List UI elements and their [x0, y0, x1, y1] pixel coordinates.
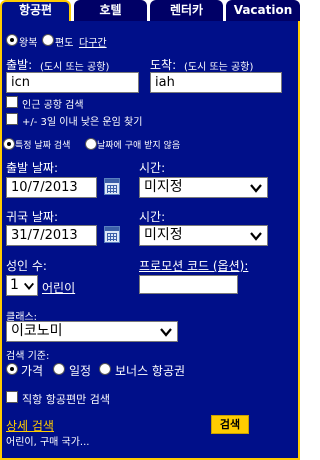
one-way-radio[interactable]	[42, 34, 54, 46]
adults-value: 1	[10, 277, 19, 293]
cabin-class-select[interactable]: 이코노미	[6, 321, 178, 342]
tab-bar: 항공편 호텔 렌터카 Vacation	[0, 0, 300, 21]
tab-flights[interactable]: 항공편	[0, 0, 71, 21]
return-calendar-icon[interactable]	[104, 226, 120, 243]
origin-hint: (도시 또는 공항)	[40, 62, 110, 73]
depart-calendar-icon[interactable]	[104, 178, 120, 195]
nearby-airports-checkbox[interactable]	[6, 96, 18, 108]
tab-rental-cars[interactable]: 렌터카	[150, 0, 223, 21]
children-link[interactable]: 어린이	[42, 279, 75, 296]
search-by-price-radio[interactable]	[6, 363, 18, 375]
depart-time-label: 시간:	[139, 161, 166, 175]
return-time-value: 미지정	[144, 227, 183, 243]
search-by-award-radio[interactable]	[99, 363, 111, 375]
flex-dates-checkbox[interactable]	[6, 113, 18, 125]
nonstop-checkbox[interactable]	[6, 391, 18, 403]
advanced-search-link[interactable]: 상세 검색	[6, 417, 54, 434]
return-time-select[interactable]: 미지정	[139, 225, 268, 246]
tab-vacation[interactable]: Vacation	[226, 0, 300, 21]
any-dates-radio[interactable]	[85, 138, 97, 150]
tab-hotels[interactable]: 호텔	[74, 0, 147, 21]
chevron-down-icon	[23, 282, 35, 291]
depart-time-select[interactable]: 미지정	[139, 177, 268, 198]
chevron-down-icon	[250, 232, 262, 241]
search-by-award-label: 보너스 항공권	[115, 364, 186, 378]
return-date-label: 귀국 날짜:	[6, 210, 59, 224]
specific-dates-radio[interactable]	[3, 138, 15, 150]
adults-select[interactable]: 1	[6, 275, 38, 296]
adults-label: 성인 수:	[6, 259, 47, 273]
flex-dates-label: +/- 3일 이내 낮은 운임 찾기	[22, 117, 143, 128]
origin-label: 출발:	[6, 58, 33, 72]
search-by-schedule-radio[interactable]	[53, 363, 65, 375]
destination-input[interactable]: iah	[150, 72, 282, 93]
search-by-label: 검색 기준:	[6, 351, 50, 362]
round-trip-radio[interactable]	[6, 34, 18, 46]
any-dates-label: 날짜에 구애 받지 않음	[97, 141, 181, 151]
promo-code-input[interactable]	[139, 275, 238, 294]
depart-date-label: 출발 날짜:	[6, 161, 59, 175]
round-trip-label: 왕복	[19, 38, 38, 49]
depart-time-value: 미지정	[144, 179, 183, 195]
destination-hint: (도시 또는 공항)	[184, 62, 254, 73]
return-date-input[interactable]: 31/7/2013	[6, 225, 97, 246]
cabin-class-value: 이코노미	[11, 323, 63, 339]
origin-input[interactable]: icn	[6, 72, 139, 93]
search-by-price-label: 가격	[21, 364, 44, 378]
advanced-search-subtext: 어린이, 구매 국가...	[6, 437, 90, 448]
return-time-label: 시간:	[139, 210, 166, 224]
specific-dates-label: 특정 날짜 검색	[15, 141, 71, 151]
search-by-schedule-label: 일정	[69, 364, 92, 378]
destination-label: 도착:	[150, 58, 177, 72]
chevron-down-icon	[160, 328, 172, 337]
search-button[interactable]: 검색	[211, 415, 249, 434]
one-way-label: 편도	[55, 38, 74, 49]
nonstop-label: 직항 항공편만 검색	[22, 393, 110, 406]
depart-date-input[interactable]: 10/7/2013	[6, 177, 97, 198]
promo-code-link[interactable]: 프로모션 코드 (옵션):	[139, 257, 248, 274]
nearby-airports-label: 인근 공항 검색	[22, 100, 84, 111]
multi-city-link[interactable]: 다구간	[79, 34, 107, 49]
chevron-down-icon	[250, 184, 262, 193]
